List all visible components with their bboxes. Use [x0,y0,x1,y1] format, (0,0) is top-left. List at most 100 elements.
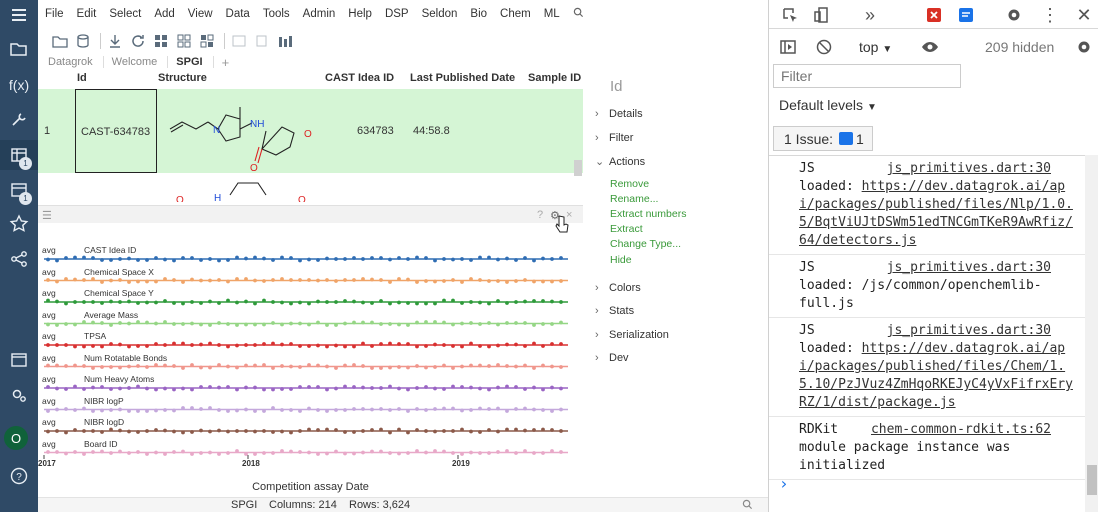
menu-chem[interactable]: Chem [500,8,531,20]
series-point [181,449,185,454]
tiles-icon[interactable] [197,32,217,50]
action-remove[interactable]: Remove [610,178,649,190]
menu-bio[interactable]: Bio [470,8,487,20]
settings-gear-icon[interactable] [1003,4,1025,26]
series-point [397,322,401,327]
status-table-name[interactable]: SPGI [231,499,257,511]
menu-select[interactable]: Select [109,8,141,20]
sidebar-toggle-icon[interactable] [777,36,799,58]
column-header-structure[interactable]: Structure [158,72,207,88]
section-filter[interactable]: › Filter [595,132,633,144]
column-header-sample-id[interactable]: Sample ID [528,72,581,88]
tab-spgi[interactable]: SPGI [176,56,214,68]
search-icon[interactable] [573,7,584,21]
section-colors[interactable]: › Colors [595,282,641,294]
menu-tools[interactable]: Tools [263,8,290,20]
user-avatar[interactable]: O [4,426,28,450]
menu-admin[interactable]: Admin [303,8,336,20]
download-icon[interactable] [105,32,125,50]
section-stats[interactable]: › Stats [595,305,634,317]
menu-add[interactable]: Add [154,8,174,20]
tables-icon[interactable]: 1 [0,140,38,170]
section-serialization[interactable]: › Serialization [595,329,669,341]
error-count-icon[interactable] [923,4,945,26]
menu-edit[interactable]: Edit [77,8,97,20]
refresh-icon[interactable] [128,32,148,50]
trellis-chart-svg[interactable] [38,205,583,495]
database-icon[interactable] [73,32,93,50]
open-folder-icon[interactable] [0,34,38,64]
data-grid[interactable]: Id Structure CAST Idea ID Last Published… [38,72,583,202]
section-label: Serialization [609,329,669,341]
layout-icon[interactable] [229,32,249,50]
action-rename[interactable]: Rename... [610,193,658,205]
menu-help[interactable]: Help [348,8,372,20]
series-point [550,257,554,261]
share-icon[interactable] [0,244,38,274]
tab-welcome[interactable]: Welcome [112,56,169,68]
menu-ml[interactable]: ML [544,8,560,20]
action-extract[interactable]: Extract [610,223,643,235]
scrollbar-thumb[interactable] [1087,465,1097,495]
inspect-element-icon[interactable] [779,4,801,26]
close-devtools-icon[interactable]: ✕ [1073,4,1095,26]
series-point [451,384,455,389]
help-icon[interactable]: ? [0,461,38,491]
console-settings-gear-icon[interactable] [1073,36,1095,58]
column-header-last-published-date[interactable]: Last Published Date [410,72,515,88]
star-icon[interactable] [0,209,38,239]
open-icon[interactable] [50,32,70,50]
wrench-icon[interactable] [0,104,38,134]
clear-console-icon[interactable] [813,36,835,58]
action-change-type[interactable]: Change Type... [610,238,681,250]
message-source-link[interactable]: chem-common-rdkit.ts:62 [871,421,1051,439]
message-source-link[interactable]: js_primitives.dart:30 [887,259,1051,277]
issues-button[interactable]: 1 Issue: 1 [773,126,873,151]
device-toggle-icon[interactable] [811,4,833,26]
series-point [379,278,383,282]
copy-icon[interactable] [252,32,272,50]
section-actions[interactable]: ⌄ Actions [595,155,645,168]
series-point [442,387,446,391]
settings-gears-icon[interactable] [0,380,38,410]
functions-icon[interactable]: f(x) [0,70,38,100]
context-selector[interactable]: top ▼ [859,39,892,55]
table-row[interactable]: O H O [38,173,583,202]
menu-data[interactable]: Data [226,8,250,20]
hamburger-menu-icon[interactable] [0,0,38,30]
console-scrollbar[interactable] [1085,155,1098,512]
series-point [253,322,257,327]
grid-layout-icon[interactable] [151,32,171,50]
console-filter-input[interactable] [773,64,961,88]
table-row[interactable]: 1 CAST-634783 NH N O O 634783 44:58.8 [38,89,583,173]
grid-layout-alt-icon[interactable] [174,32,194,50]
console-prompt[interactable]: › [779,474,789,493]
menu-seldon[interactable]: Seldon [422,8,458,20]
log-levels-dropdown[interactable]: Default levels ▼ [779,97,877,113]
more-panels-icon[interactable]: » [859,4,881,26]
section-dev[interactable]: › Dev [595,352,629,364]
series-point [388,257,392,262]
tab-datagrok[interactable]: Datagrok [48,56,104,68]
message-source-link[interactable]: js_primitives.dart:30 [887,322,1051,340]
current-cell[interactable]: CAST-634783 [75,89,157,173]
message-count-icon[interactable] [955,4,977,26]
column-header-id[interactable]: Id [77,72,87,88]
action-extract-numbers[interactable]: Extract numbers [610,208,686,220]
more-options-icon[interactable]: ⋮ [1039,4,1061,26]
message-source-link[interactable]: js_primitives.dart:30 [887,160,1051,178]
window-icon[interactable] [0,345,38,375]
search-icon[interactable] [742,499,753,512]
grid-vertical-scrollbar[interactable] [574,160,582,176]
columns-icon[interactable] [275,32,295,50]
menu-file[interactable]: File [45,8,64,20]
section-details[interactable]: › Details [595,108,643,120]
series-point [235,387,239,392]
action-hide[interactable]: Hide [610,254,632,266]
column-header-cast-idea-id[interactable]: CAST Idea ID [325,72,394,88]
menu-dsp[interactable]: DSP [385,8,409,20]
menu-view[interactable]: View [188,8,213,20]
add-tab-button[interactable]: + [222,55,230,70]
live-expression-eye-icon[interactable] [919,36,941,58]
projects-icon[interactable]: 1 [0,175,38,205]
